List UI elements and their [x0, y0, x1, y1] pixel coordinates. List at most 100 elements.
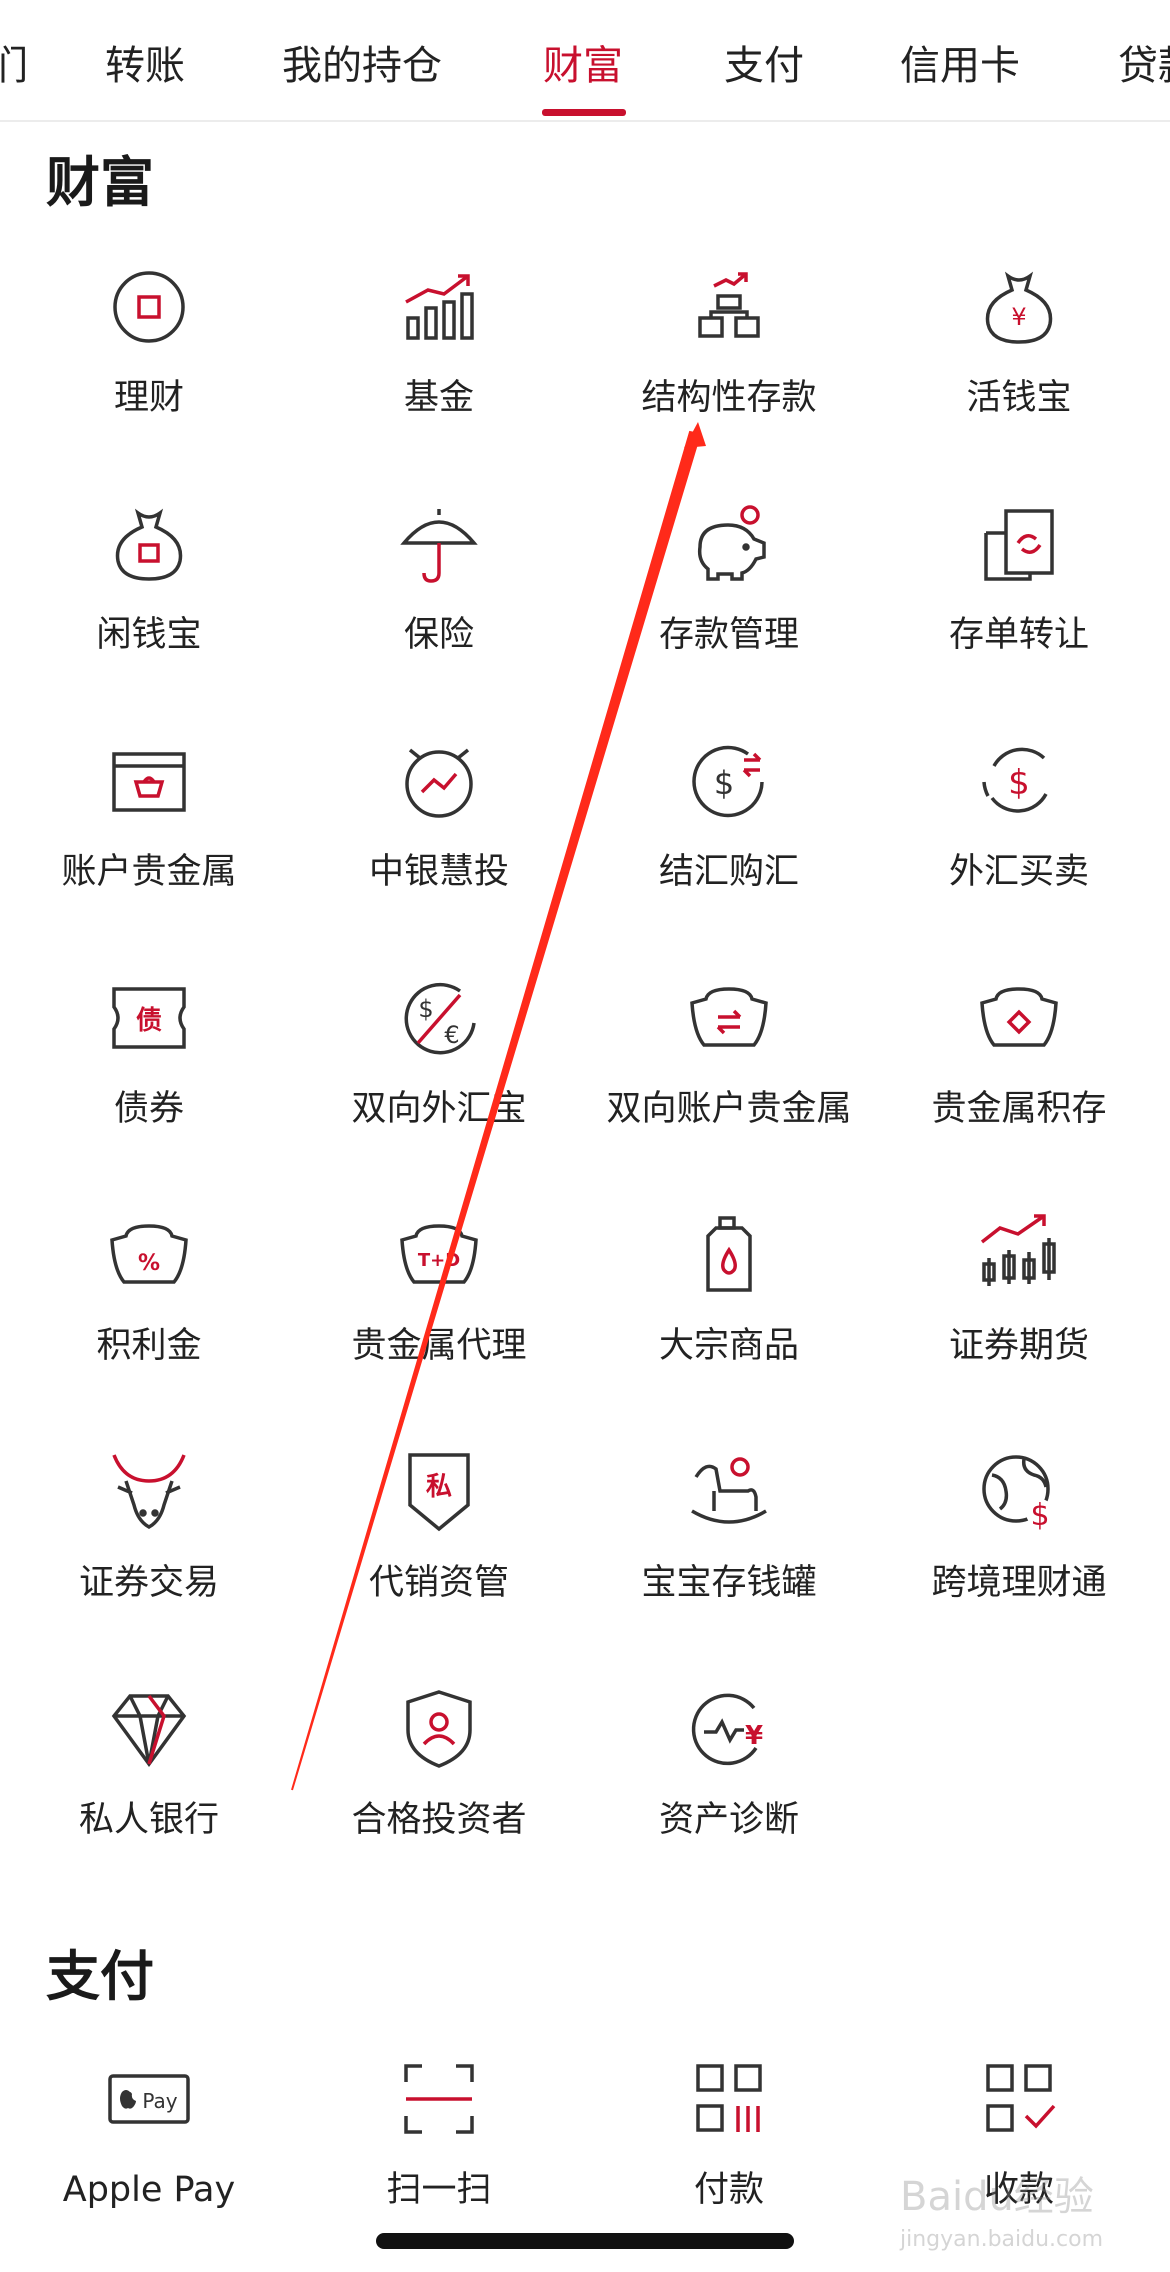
grid-item-label: 保险: [403, 615, 474, 655]
section-title-payment: 支付: [46, 1945, 154, 2008]
section-title-wealth: 财富: [46, 151, 154, 214]
apple-pay-icon: Pay: [104, 2054, 194, 2144]
tab-my-holdings[interactable]: 我的持仓: [282, 38, 442, 94]
grid-item-label: 债券: [113, 1089, 184, 1129]
certificate-transfer-icon: [974, 499, 1064, 589]
watermark-subtext: jingyan.baidu.com: [899, 2227, 1103, 2252]
tab-wealth[interactable]: 财富: [543, 38, 623, 94]
grid-item-label: 双向账户贵金属: [606, 1089, 852, 1129]
grid-item-pay[interactable]: 付款: [584, 2054, 874, 2254]
yen-glyph: ¥: [1011, 303, 1026, 331]
payment-code-icon: [684, 2054, 774, 2144]
rocking-horse-icon: [684, 1447, 774, 1537]
grid-item-label: 存款管理: [658, 615, 799, 655]
dollar-euro-icon: $ €: [394, 973, 484, 1063]
top-tab-bar: 们 转账 我的持仓 财富 支付 信用卡 贷款: [0, 0, 1170, 122]
grid-item-label: 账户贵金属: [61, 852, 237, 892]
candlestick-icon: [974, 1210, 1064, 1300]
grid-item-baby-piggy-bank[interactable]: 宝宝存钱罐: [584, 1447, 874, 1647]
bond-ticket-icon: 债: [104, 973, 194, 1063]
tab-loan[interactable]: 贷款: [1118, 38, 1170, 94]
grid-item-huoqianbao[interactable]: ¥ 活钱宝: [874, 262, 1164, 462]
umbrella-icon: [394, 499, 484, 589]
grid-item-label: 大宗商品: [658, 1326, 799, 1366]
grid-item-label: 付款: [693, 2170, 764, 2210]
grid-item-label: 活钱宝: [966, 378, 1072, 418]
grid-item-asset-diagnosis[interactable]: ¥ 资产诊断: [584, 1684, 874, 1884]
grid-item-precious-metal-agency[interactable]: T+D 贵金属代理: [294, 1210, 584, 1410]
tab-credit-card[interactable]: 信用卡: [900, 38, 1020, 94]
grid-item-licai[interactable]: 理财: [4, 262, 294, 462]
td-glyph: T+D: [418, 1250, 460, 1271]
shield-user-icon: [394, 1684, 484, 1774]
grid-item-label: 结汇购汇: [658, 852, 799, 892]
tab-partial-left[interactable]: 们: [0, 38, 28, 94]
ingot-td-icon: T+D: [394, 1210, 484, 1300]
ingot-percent-icon: %: [104, 1210, 194, 1300]
grid-item-label: 跨境理财通: [931, 1563, 1107, 1603]
grid-item-securities-trading[interactable]: 证券交易: [4, 1447, 294, 1647]
grid-item-scan[interactable]: 扫一扫: [294, 2054, 584, 2254]
grid-item-structured-deposit[interactable]: 结构性存款: [584, 262, 874, 462]
wealth-coin-icon: [104, 262, 194, 352]
grid-item-label: 贵金属积存: [931, 1089, 1107, 1129]
dollar-cycle-icon: $: [974, 736, 1064, 826]
grid-item-cd-transfer[interactable]: 存单转让: [874, 499, 1164, 699]
grid-item-two-way-account-precious-metals[interactable]: 双向账户贵金属: [584, 973, 874, 1173]
grid-item-label: 资产诊断: [658, 1800, 799, 1840]
grid-item-fund[interactable]: 基金: [294, 262, 584, 462]
receive-code-icon: [974, 2054, 1064, 2144]
bull-icon: [104, 1447, 194, 1537]
private-badge-icon: 私: [394, 1447, 484, 1537]
piggy-bank-icon: [684, 499, 774, 589]
tab-payment[interactable]: 支付: [724, 38, 804, 94]
grid-item-fx-settlement[interactable]: $ 结汇购汇: [584, 736, 874, 936]
grid-item-precious-metal-accumulation[interactable]: 贵金属积存: [874, 973, 1164, 1173]
grid-item-apple-pay[interactable]: Pay Apple Pay: [4, 2054, 294, 2254]
grid-item-bonds[interactable]: 债 债券: [4, 973, 294, 1173]
private-glyph: 私: [426, 1472, 452, 1502]
money-bag-yen-icon: ¥: [974, 262, 1064, 352]
active-tab-indicator: [542, 109, 626, 116]
grid-item-qualified-investor[interactable]: 合格投资者: [294, 1684, 584, 1884]
grid-item-label: 闲钱宝: [96, 615, 202, 655]
grid-item-account-precious-metals[interactable]: 账户贵金属: [4, 736, 294, 936]
tab-transfer[interactable]: 转账: [105, 38, 185, 94]
grid-item-label: Apple Pay: [62, 2170, 236, 2210]
alarm-chart-icon: [394, 736, 484, 826]
baidu-watermark: Baidu经验 jingyan.baidu.com: [899, 2174, 1103, 2252]
grid-item-zhongyin-huitou[interactable]: 中银慧投: [294, 736, 584, 936]
grid-item-label: 扫一扫: [386, 2170, 492, 2210]
grid-item-fx-trading[interactable]: $ 外汇买卖: [874, 736, 1164, 936]
grid-item-jilijin[interactable]: % 积利金: [4, 1210, 294, 1410]
grid-item-insurance[interactable]: 保险: [294, 499, 584, 699]
grid-item-label: 贵金属代理: [351, 1326, 527, 1366]
grid-item-label: 宝宝存钱罐: [641, 1563, 817, 1603]
grid-item-securities-futures[interactable]: 证券期货: [874, 1210, 1164, 1410]
grid-item-label: 存单转让: [948, 615, 1089, 655]
grid-item-label: 证券交易: [78, 1563, 219, 1603]
scan-icon: [394, 2054, 484, 2144]
grid-item-label: 代销资管: [368, 1563, 509, 1603]
grid-item-commodities[interactable]: 大宗商品: [584, 1210, 874, 1410]
grid-item-two-way-fx[interactable]: $ € 双向外汇宝: [294, 973, 584, 1173]
apple-pay-icon-text: Pay: [142, 2089, 177, 2113]
bond-glyph: 债: [136, 1006, 162, 1036]
grid-item-xianqianbao[interactable]: 闲钱宝: [4, 499, 294, 699]
yen-glyph: ¥: [745, 1721, 763, 1751]
grid-item-label: 双向外汇宝: [351, 1089, 527, 1129]
percent-glyph: %: [138, 1251, 160, 1276]
grid-item-deposit-management[interactable]: 存款管理: [584, 499, 874, 699]
diamond-icon: [104, 1684, 194, 1774]
home-indicator: [376, 2233, 794, 2249]
grid-item-label: 合格投资者: [351, 1800, 527, 1840]
globe-dollar-icon: $: [974, 1447, 1064, 1537]
grid-item-label: 私人银行: [78, 1800, 219, 1840]
grid-item-cross-border-wealth[interactable]: $ 跨境理财通: [874, 1447, 1164, 1647]
grid-item-agency-asset-management[interactable]: 私 代销资管: [294, 1447, 584, 1647]
grid-item-private-banking[interactable]: 私人银行: [4, 1684, 294, 1884]
dollar-glyph: $: [418, 995, 433, 1023]
ingot-exchange-icon: [684, 973, 774, 1063]
dollar-exchange-icon: $: [684, 736, 774, 826]
grid-item-label: 证券期货: [948, 1326, 1089, 1366]
